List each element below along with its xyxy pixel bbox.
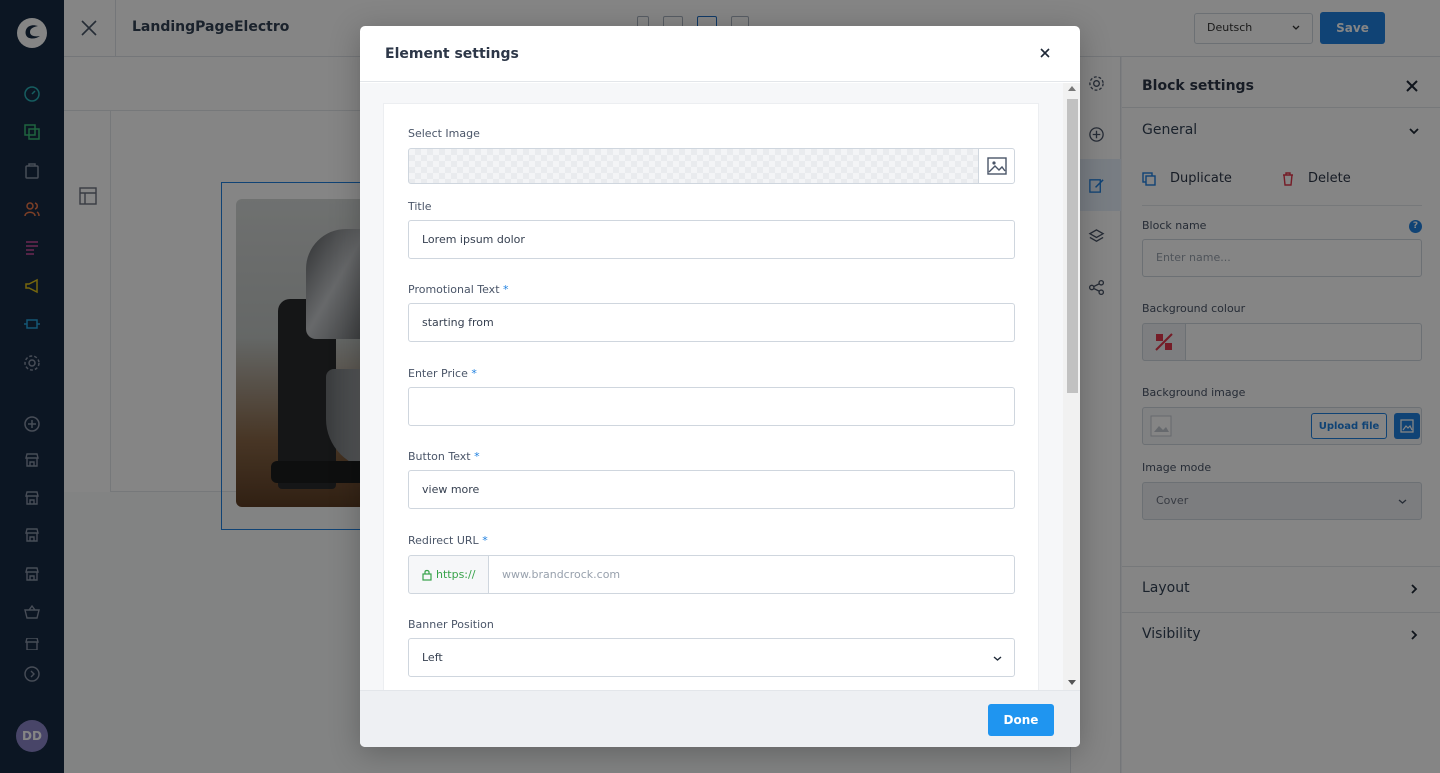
modal-header: Element settings bbox=[360, 26, 1080, 82]
select-image-field[interactable] bbox=[408, 148, 979, 184]
modal-body: Select Image Title Lorem ipsum dolor Pro… bbox=[360, 83, 1080, 690]
banner-position-select[interactable]: Left bbox=[408, 638, 1015, 677]
chevron-down-icon bbox=[993, 656, 1002, 661]
url-prefix-text: https:// bbox=[436, 568, 476, 581]
image-icon bbox=[986, 157, 1007, 175]
button-text-label: Button Text * bbox=[408, 450, 480, 463]
done-button[interactable]: Done bbox=[988, 704, 1054, 736]
close-icon[interactable] bbox=[1039, 47, 1051, 59]
select-image-label: Select Image bbox=[408, 127, 480, 140]
modal-scrollbar[interactable] bbox=[1063, 83, 1080, 690]
redirect-url-label: Redirect URL * bbox=[408, 534, 488, 547]
modal-footer: Done bbox=[360, 690, 1080, 747]
promotional-text-input[interactable]: starting from bbox=[408, 303, 1015, 342]
element-settings-modal: Element settings Select Image Title Lore… bbox=[360, 26, 1080, 747]
title-input[interactable]: Lorem ipsum dolor bbox=[408, 220, 1015, 259]
modal-title: Element settings bbox=[385, 46, 519, 62]
redirect-url-input[interactable]: www.brandcrock.com bbox=[488, 555, 1015, 594]
url-prefix: https:// bbox=[408, 555, 489, 594]
enter-price-label: Enter Price * bbox=[408, 367, 477, 380]
lock-icon bbox=[422, 569, 432, 581]
price-input[interactable] bbox=[408, 387, 1015, 426]
promotional-text-label: Promotional Text * bbox=[408, 283, 509, 296]
form-card: Select Image Title Lorem ipsum dolor Pro… bbox=[383, 103, 1039, 690]
button-text-input[interactable]: view more bbox=[408, 470, 1015, 509]
banner-position-label: Banner Position bbox=[408, 618, 494, 631]
title-label: Title bbox=[408, 200, 432, 213]
banner-position-value: Left bbox=[422, 651, 443, 664]
scroll-down-arrow-icon[interactable] bbox=[1068, 680, 1076, 685]
scroll-thumb[interactable] bbox=[1067, 99, 1078, 393]
select-image-button[interactable] bbox=[978, 148, 1015, 184]
scroll-up-arrow-icon[interactable] bbox=[1068, 86, 1076, 91]
